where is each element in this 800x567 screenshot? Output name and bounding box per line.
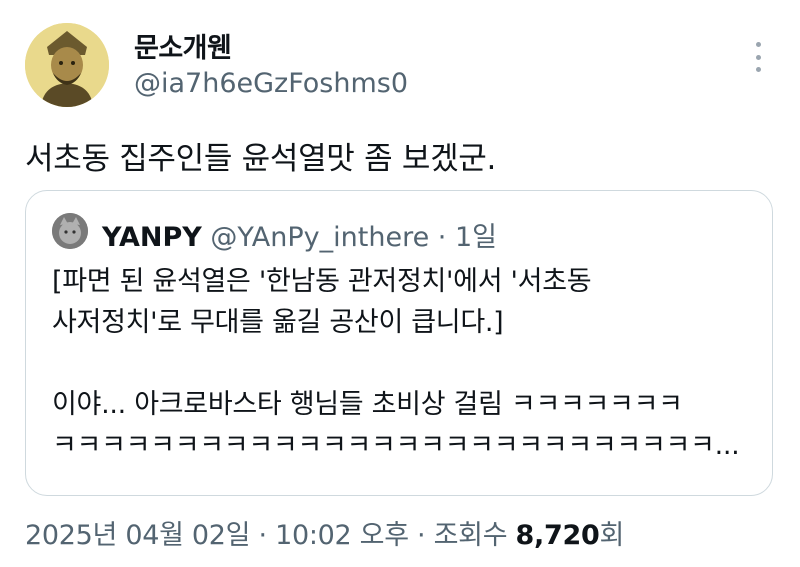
author-display-name[interactable]: 문소개웬: [134, 26, 232, 65]
tweet-meta: 2025년 04월 02일 · 10:02 오후 · 조회수 8,720회: [25, 513, 624, 552]
quoted-display-name[interactable]: YANPY: [102, 222, 202, 253]
meta-separator: ·: [408, 520, 434, 551]
views-count: 8,720: [515, 520, 600, 551]
quoted-time[interactable]: 1일: [455, 222, 497, 253]
quoted-line: 사저정치'로 무대를 옮길 공산이 큽니다.]: [52, 307, 504, 338]
quoted-tweet-body: [파면 된 윤석열은 '한남동 관저정치'에서 '서초동 사저정치'로 무대를 …: [52, 261, 752, 466]
quoted-line: 이야... 아크로바스타 행님들 초비상 걸림 ㅋㅋㅋㅋㅋㅋㅋ: [52, 389, 683, 420]
more-dot: [755, 67, 761, 72]
tweet-date[interactable]: 2025년 04월 02일: [25, 520, 251, 551]
tweet-time[interactable]: 10:02 오후: [275, 520, 409, 551]
views-label: 조회수: [433, 520, 516, 551]
more-dot: [755, 42, 761, 47]
views-suffix: 회: [599, 520, 624, 551]
quoted-separator: ·: [437, 222, 447, 253]
tweet-text: 서초동 집주인들 윤석열맛 좀 보겠군.: [25, 141, 497, 177]
author-handle[interactable]: @ia7h6eGzFoshms0: [134, 68, 408, 99]
quoted-author-avatar[interactable]: [52, 213, 88, 249]
quoted-tweet-header: YANPY @YAnPy_inthere · 1일: [102, 215, 497, 254]
quoted-line: ㅋㅋㅋㅋㅋㅋㅋㅋㅋㅋㅋㅋㅋㅋㅋㅋㅋㅋㅋㅋㅋㅋㅋㅋㅋㅋㅋ...: [52, 430, 740, 461]
quoted-line: [파면 된 윤석열은 '한남동 관저정치'에서 '서초동: [52, 266, 592, 297]
meta-separator: ·: [250, 520, 276, 551]
more-dot: [755, 54, 761, 60]
author-avatar[interactable]: [25, 23, 109, 107]
quoted-handle[interactable]: @YAnPy_inthere: [210, 222, 429, 253]
quoted-tweet-card[interactable]: YANPY @YAnPy_inthere · 1일 [파면 된 윤석열은 '한남…: [25, 190, 773, 496]
more-vertical-icon[interactable]: [745, 42, 771, 72]
